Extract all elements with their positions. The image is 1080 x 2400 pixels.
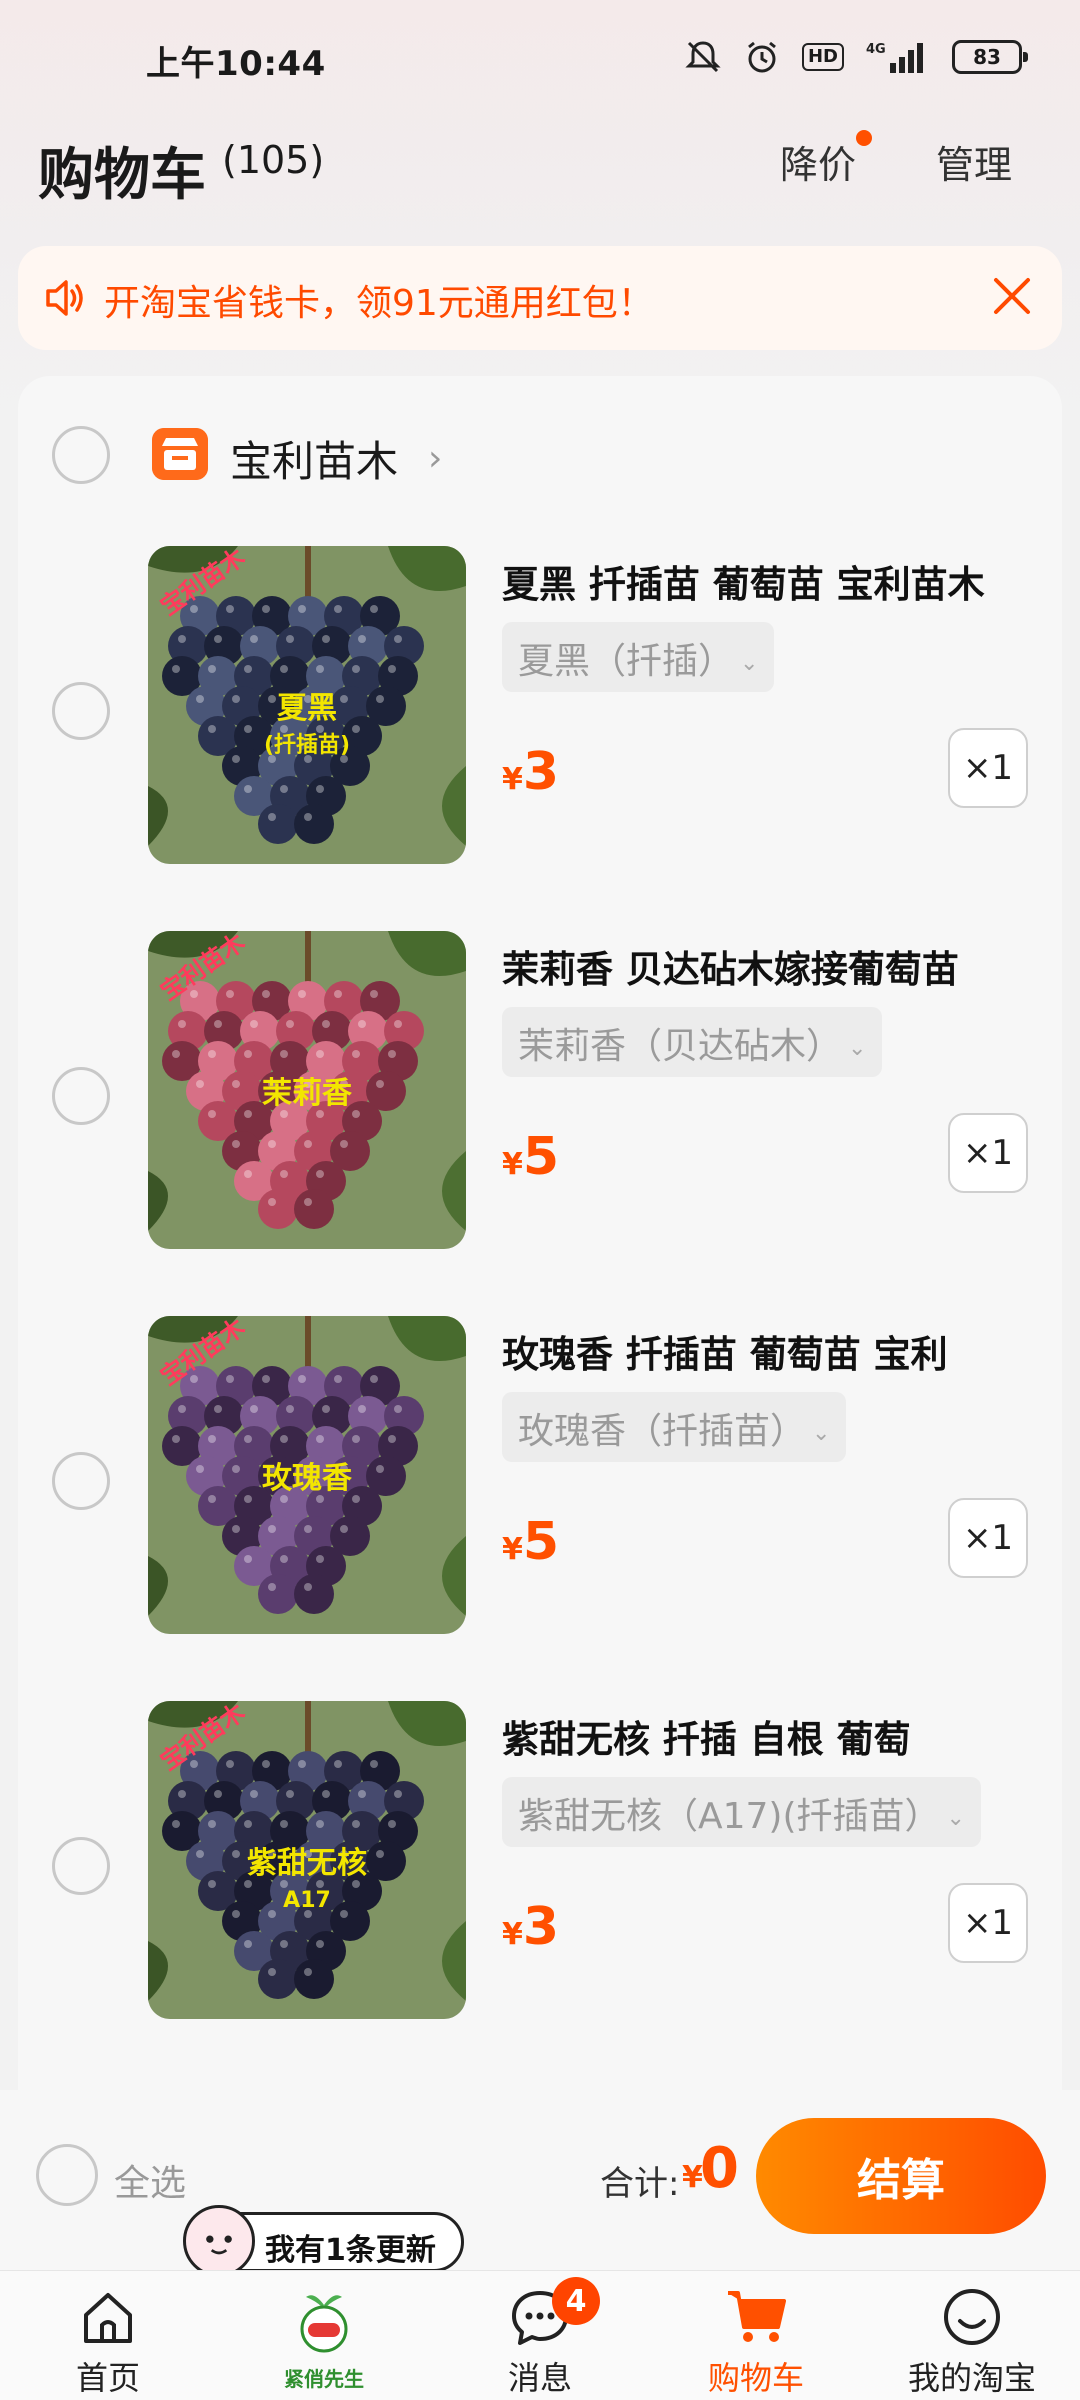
- tab-bar: 首页 紧俏先生 4 消息 购物车 我的淘宝: [0, 2270, 1080, 2400]
- header: 购物车 (105) 降价 管理: [0, 120, 1080, 240]
- tab-mascot[interactable]: 紧俏先生: [216, 2271, 432, 2400]
- product-price: ¥5: [502, 1127, 559, 1187]
- alarm-icon: [748, 41, 776, 73]
- price-value: 3: [522, 1897, 560, 1957]
- chevron-right-icon[interactable]: ›: [428, 438, 442, 479]
- cart-icon: [728, 2291, 786, 2342]
- svg-text:4G: 4G: [866, 42, 886, 57]
- status-bar: 上午10:44 HD 4G 83: [0, 0, 1080, 120]
- product-image-text: 夏黑: [277, 691, 337, 726]
- cart-item[interactable]: 夏黑 (扦插苗) 宝利苗木 夏黑 扦插苗 葡萄苗 宝利苗木 夏黑（扦插） ⌄ ¥3…: [18, 546, 1062, 876]
- tab-label: 首页: [75, 2359, 140, 2397]
- sku-selector[interactable]: 玫瑰香（扦插苗） ⌄: [502, 1392, 847, 1462]
- product-image-subtext: A17: [283, 1888, 331, 1913]
- product-image-subtext: (扦插苗): [264, 733, 350, 758]
- price-value: 5: [522, 1512, 560, 1572]
- message-badge: 4: [552, 2277, 600, 2325]
- cart-item[interactable]: 茉莉香 宝利苗木 茉莉香 贝达砧木嫁接葡萄苗 茉莉香（贝达砧木） ⌄ ¥5 ×1: [18, 931, 1062, 1261]
- product-price: ¥5: [502, 1512, 559, 1572]
- product-image[interactable]: 紫甜无核 A17 宝利苗木: [148, 1701, 466, 2019]
- sku-text: 茉莉香（贝达砧木）: [518, 1026, 843, 1067]
- price-value: 3: [522, 742, 560, 802]
- close-icon[interactable]: [990, 274, 1034, 318]
- item-select-radio[interactable]: [52, 682, 110, 740]
- mute-icon: [685, 41, 721, 73]
- home-icon: [84, 2293, 132, 2343]
- checkout-bar: 全选 合计: ¥ 0 结算: [0, 2090, 1080, 2270]
- chevron-down-icon: ⌄: [946, 1805, 965, 1831]
- profile-icon: [944, 2289, 1000, 2345]
- store-icon: [152, 428, 208, 480]
- cart-count: (105): [222, 138, 325, 182]
- quantity-button[interactable]: ×1: [948, 1498, 1028, 1578]
- notification-dot: [856, 130, 872, 146]
- product-image-text: 紫甜无核: [247, 1846, 367, 1881]
- status-icons: HD 4G 83: [684, 38, 1028, 76]
- speaker-icon: [46, 280, 83, 316]
- tab-home[interactable]: 首页: [0, 2271, 216, 2400]
- hd-icon: HD: [801, 43, 844, 71]
- quantity-button[interactable]: ×1: [948, 728, 1028, 808]
- item-select-radio[interactable]: [52, 1067, 110, 1125]
- page-title: 购物车: [38, 143, 206, 208]
- tab-label: 购物车: [707, 2359, 804, 2397]
- product-image[interactable]: 夏黑 (扦插苗) 宝利苗木: [148, 546, 466, 864]
- sku-text: 紫甜无核（A17)(扦插苗）: [518, 1796, 941, 1837]
- item-select-radio[interactable]: [52, 1837, 110, 1895]
- product-image[interactable]: 玫瑰香 宝利苗木: [148, 1316, 466, 1634]
- product-title[interactable]: 紫甜无核 扦插 自根 葡萄: [502, 1709, 1042, 1763]
- chevron-down-icon: ⌄: [812, 1420, 831, 1446]
- checkout-button[interactable]: 结算: [756, 2118, 1046, 2234]
- product-title[interactable]: 夏黑 扦插苗 葡萄苗 宝利苗木: [502, 554, 1042, 608]
- sku-selector[interactable]: 紫甜无核（A17)(扦插苗） ⌄: [502, 1777, 981, 1847]
- price-currency: ¥: [502, 762, 523, 797]
- chevron-down-icon: ⌄: [848, 1035, 867, 1061]
- select-all-label[interactable]: 全选: [114, 2154, 186, 2206]
- tab-label: 紧俏先生: [284, 2367, 364, 2391]
- cart-item[interactable]: 紫甜无核 A17 宝利苗木 紫甜无核 扦插 自根 葡萄 紫甜无核（A17)(扦插…: [18, 1701, 1062, 2031]
- sku-selector[interactable]: 茉莉香（贝达砧木） ⌄: [502, 1007, 883, 1077]
- product-title[interactable]: 玫瑰香 扦插苗 葡萄苗 宝利: [502, 1324, 1042, 1378]
- status-time: 上午10:44: [146, 44, 326, 84]
- update-bubble[interactable]: 我有1条更新: [183, 2205, 464, 2277]
- total-value: 0: [700, 2136, 739, 2201]
- store-select-radio[interactable]: [52, 426, 110, 484]
- mascot-face-icon: [183, 2205, 255, 2277]
- sku-text: 玫瑰香（扦插苗）: [518, 1411, 807, 1452]
- store-card: 宝利苗木 › 夏黑 (扦插苗) 宝利苗木 夏黑 扦插苗 葡萄苗 宝利苗木 夏黑（…: [18, 376, 1062, 2096]
- price-drop-button[interactable]: 降价: [780, 134, 856, 189]
- tab-cart[interactable]: 购物车: [648, 2271, 864, 2400]
- chevron-down-icon: ⌄: [740, 650, 759, 676]
- promo-text: 开淘宝省钱卡，领91元通用红包！: [104, 283, 654, 324]
- price-currency: ¥: [502, 1532, 523, 1567]
- tab-messages[interactable]: 4 消息: [432, 2271, 648, 2400]
- bubble-text: 我有1条更新: [265, 2233, 436, 2268]
- quantity-button[interactable]: ×1: [948, 1113, 1028, 1193]
- mascot-icon: [300, 2295, 348, 2353]
- tab-profile[interactable]: 我的淘宝: [864, 2271, 1080, 2400]
- tab-label: 消息: [507, 2359, 572, 2397]
- signal-icon: 4G: [866, 42, 923, 73]
- select-all-radio[interactable]: [36, 2144, 98, 2206]
- cart-item[interactable]: 玫瑰香 宝利苗木 玫瑰香 扦插苗 葡萄苗 宝利 玫瑰香（扦插苗） ⌄ ¥5 ×1: [18, 1316, 1062, 1646]
- price-value: 5: [522, 1127, 560, 1187]
- battery-icon: 83: [952, 40, 1028, 74]
- item-select-radio[interactable]: [52, 1452, 110, 1510]
- manage-button[interactable]: 管理: [936, 134, 1012, 189]
- sku-selector[interactable]: 夏黑（扦插） ⌄: [502, 622, 775, 692]
- quantity-button[interactable]: ×1: [948, 1883, 1028, 1963]
- product-image-text: 玫瑰香: [262, 1461, 352, 1496]
- product-image[interactable]: 茉莉香 宝利苗木: [148, 931, 466, 1249]
- price-currency: ¥: [502, 1917, 523, 1952]
- total-label: 合计:: [600, 2164, 680, 2204]
- promo-banner[interactable]: 开淘宝省钱卡，领91元通用红包！: [18, 246, 1062, 350]
- sku-text: 夏黑（扦插）: [518, 641, 735, 682]
- store-name[interactable]: 宝利苗木: [230, 428, 398, 489]
- product-price: ¥3: [502, 1897, 559, 1957]
- price-currency: ¥: [502, 1147, 523, 1182]
- tab-label: 我的淘宝: [907, 2359, 1036, 2397]
- product-price: ¥3: [502, 742, 559, 802]
- product-title[interactable]: 茉莉香 贝达砧木嫁接葡萄苗: [502, 939, 1042, 993]
- product-image-text: 茉莉香: [262, 1076, 352, 1111]
